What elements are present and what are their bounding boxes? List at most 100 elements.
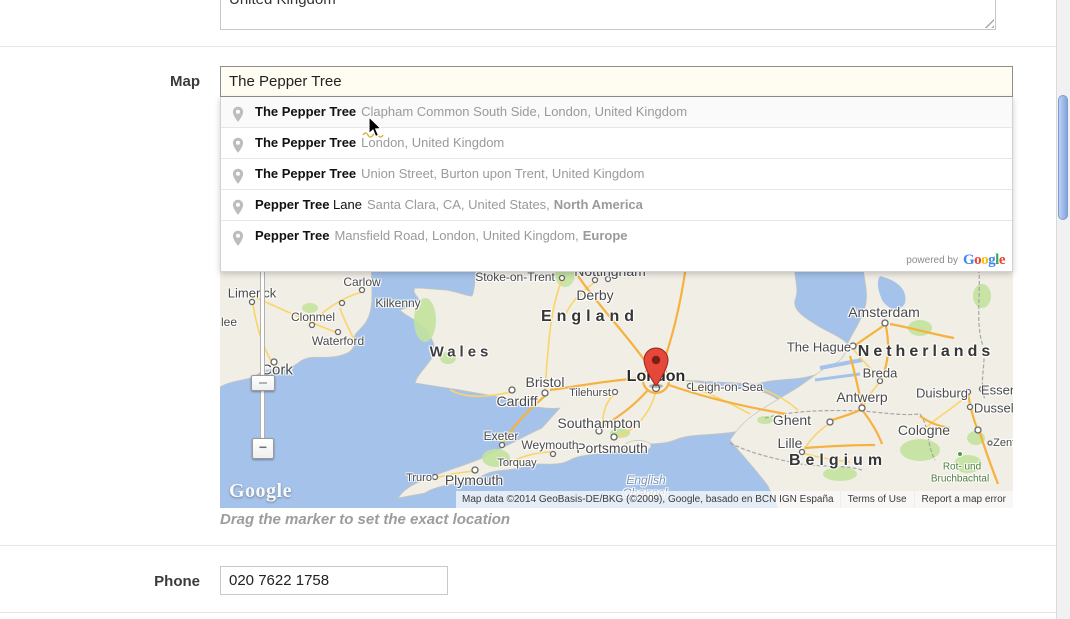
- drag-marker-hint: Drag the marker to set the exact locatio…: [220, 511, 510, 528]
- item-main-text: The Pepper Tree: [255, 104, 356, 119]
- map-place-label: Tilehurst: [569, 387, 611, 399]
- item-secondary-text: Clapham Common South Side, London, Unite…: [361, 104, 687, 119]
- map-place-label: Bruchbachtal: [931, 474, 989, 485]
- map-place-label: Southampton: [557, 415, 640, 431]
- map-place-label: Kilkenny: [375, 296, 420, 310]
- places-autocomplete-dropdown: The Pepper Tree Clapham Common South Side…: [220, 97, 1013, 272]
- google-logo: Google: [963, 253, 1005, 268]
- map-place-label: Stoke-on-Trent: [475, 270, 555, 284]
- map-place-label: Netherlands: [858, 343, 994, 361]
- map-place-label: Ghent: [773, 412, 811, 428]
- map-place-label: Exeter: [484, 429, 519, 443]
- google-map-canvas[interactable]: Limerick lee Carlow Kilkenny Clonmel Waterfor…: [220, 268, 1013, 508]
- row-divider: [0, 612, 1056, 613]
- location-marker-pin[interactable]: [643, 347, 669, 389]
- powered-by-google: powered by Google: [221, 251, 1012, 271]
- item-secondary-text: Mansfield Road, London, United Kingdom,: [334, 228, 578, 243]
- map-place-label: Breda: [863, 366, 898, 381]
- map-place-label: Bristol: [526, 374, 565, 390]
- map-attribution-text: Map data ©2014 GeoBasis-DE/BKG (©2009), …: [456, 491, 840, 508]
- row-divider: [0, 46, 1056, 47]
- item-main-rest: Lane: [329, 197, 362, 212]
- map-place-label: Duisburg: [916, 386, 968, 401]
- map-place-label: Zentr: [993, 437, 1013, 449]
- map-place-label: English: [626, 473, 665, 487]
- powered-by-text: powered by: [906, 255, 958, 266]
- map-place-label: Rot- und: [943, 462, 981, 473]
- map-place-label: Belgium: [789, 452, 887, 470]
- map-attribution-bar: Map data ©2014 GeoBasis-DE/BKG (©2009), …: [456, 491, 1013, 508]
- google-watermark: Google: [229, 480, 292, 503]
- map-place-label: England: [541, 308, 639, 326]
- item-main-text: Pepper Tree: [255, 228, 329, 243]
- city-dot: [859, 405, 865, 411]
- city-dot: [433, 475, 438, 480]
- map-place-label: Weymouth: [521, 438, 578, 452]
- map-place-label: Lille: [778, 435, 803, 451]
- map-place-label: Wales: [430, 344, 493, 361]
- item-main-text: The Pepper Tree: [255, 166, 356, 181]
- map-place-label: Limerick: [228, 286, 276, 301]
- city-dot: [340, 301, 345, 306]
- google-logo-letter: G: [963, 252, 974, 268]
- city-dot: [542, 390, 548, 396]
- map-pin-icon: [232, 228, 244, 251]
- city-dot: [551, 452, 556, 457]
- item-secondary-text: London, United Kingdom: [361, 135, 504, 150]
- autocomplete-item[interactable]: The Pepper Tree Union Street, Burton upon…: [221, 158, 1012, 189]
- map-place-label: Leigh-on-Sea: [691, 380, 763, 394]
- item-secondary-text: Santa Clara, CA, United States,: [367, 197, 550, 212]
- google-logo-letter: e: [999, 252, 1005, 268]
- map-place-label: Portsmouth: [576, 440, 648, 456]
- autocomplete-item[interactable]: Pepper Tree Mansfield Road, London, Unite…: [221, 220, 1012, 251]
- map-place-label: Clonmel: [291, 310, 335, 324]
- map-pin-icon: [232, 135, 244, 158]
- city-dot: [882, 320, 888, 326]
- report-map-error-link[interactable]: Report a map error: [915, 491, 1013, 508]
- autocomplete-item[interactable]: The Pepper Tree London, United Kingdom: [221, 127, 1012, 158]
- city-dot: [500, 443, 505, 448]
- city-dot: [968, 405, 973, 410]
- city-dot: [560, 276, 565, 281]
- city-dot: [988, 441, 992, 445]
- map-place-label: Antwerp: [836, 389, 887, 405]
- map-pin-icon: [232, 197, 244, 220]
- map-place-label: Dusseldorf: [974, 401, 1013, 416]
- map-place-label: Amsterdam: [848, 304, 920, 320]
- autocomplete-item[interactable]: The Pepper Tree Clapham Common South Side…: [221, 97, 1012, 127]
- map-place-label: Cardiff: [497, 393, 538, 409]
- map-place-label: Essen: [981, 383, 1013, 398]
- row-divider: [0, 545, 1056, 546]
- item-main-text: The Pepper Tree: [255, 135, 356, 150]
- address-textarea[interactable]: United Kingdom: [220, 0, 996, 30]
- map-place-label: Torquay: [497, 457, 536, 469]
- scrollbar-thumb[interactable]: [1058, 95, 1068, 220]
- phone-field-label: Phone: [0, 573, 200, 590]
- item-secondary-text: Union Street, Burton upon Trent, United …: [361, 166, 644, 181]
- map-place-label: Carlow: [343, 275, 380, 289]
- map-place-label: Cologne: [898, 422, 950, 438]
- city-dot: [613, 390, 618, 395]
- city-dot: [975, 427, 981, 433]
- autocomplete-item[interactable]: Pepper Tree Lane Santa Clara, CA, United …: [221, 189, 1012, 220]
- item-secondary-bold: North America: [554, 197, 643, 212]
- map-place-label: Waterford: [312, 334, 364, 348]
- terms-of-use-link[interactable]: Terms of Use: [841, 491, 914, 508]
- item-main-text: Pepper Tree: [255, 197, 329, 212]
- map-pin-icon: [232, 104, 244, 127]
- zoom-slider-handle[interactable]: [251, 375, 275, 391]
- phone-input[interactable]: [220, 566, 448, 595]
- map-place-label: Truro: [406, 472, 432, 484]
- zoom-slider-track[interactable]: [260, 268, 265, 444]
- map-search-input[interactable]: [220, 66, 1013, 97]
- map-field-label: Map: [0, 73, 200, 90]
- map-place-label: The Hague: [787, 340, 851, 355]
- map-pin-icon: [232, 166, 244, 189]
- zoom-out-button[interactable]: −: [252, 438, 274, 459]
- scrollbar-track[interactable]: [1056, 0, 1070, 619]
- map-place-label: lee: [221, 315, 237, 329]
- item-secondary-bold: Europe: [583, 228, 628, 243]
- map-place-label: Plymouth: [445, 472, 503, 488]
- city-dot: [827, 419, 833, 425]
- map-place-label: Derby: [576, 287, 613, 303]
